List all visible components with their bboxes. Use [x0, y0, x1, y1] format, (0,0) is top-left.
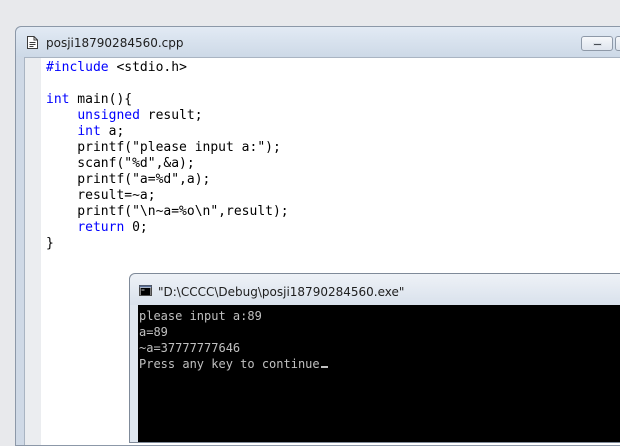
code-text: }	[46, 236, 54, 251]
console-titlebar[interactable]: "D:\CCCC\Debug\posji18790284560.exe"	[130, 274, 620, 305]
editor-gutter	[25, 58, 41, 445]
code-keyword: return	[77, 220, 125, 235]
source-code[interactable]: #include <stdio.h> int main(){ unsigned r…	[46, 60, 289, 252]
minimize-button[interactable]	[581, 36, 613, 51]
console-window: "D:\CCCC\Debug\posji18790284560.exe" ple…	[129, 273, 620, 443]
document-icon	[27, 36, 38, 49]
code-keyword: #include	[46, 60, 109, 75]
minimize-icon	[593, 43, 602, 46]
code-line: return 0;	[46, 220, 289, 236]
code-line: unsigned result;	[46, 108, 289, 124]
console-text: Press any key to continue	[139, 357, 320, 371]
console-text: ~a=37777777646	[139, 341, 241, 355]
code-text: main(){	[69, 92, 133, 107]
code-line: }	[46, 236, 289, 252]
code-line: printf("a=%d",a);	[46, 172, 289, 188]
code-keyword: unsigned	[77, 108, 140, 123]
console-body[interactable]: please input a:89 a=89 ~a=37777777646 Press…	[138, 305, 620, 442]
code-text: scanf("%d",&a);	[46, 156, 195, 171]
console-output: please input a:89 a=89 ~a=37777777646 Press…	[139, 308, 328, 372]
code-line: #include <stdio.h>	[46, 60, 289, 76]
console-line: please input a:89	[139, 308, 328, 324]
code-text: printf("a=%d",a);	[46, 172, 211, 187]
code-line: int a;	[46, 124, 289, 140]
code-line: int main(){	[46, 92, 289, 108]
console-text: please input a:89	[139, 309, 262, 323]
console-line: Press any key to continue	[139, 356, 328, 372]
code-text: 0;	[124, 220, 148, 235]
console-title: "D:\CCCC\Debug\posji18790284560.exe"	[158, 285, 405, 299]
code-text: printf("please input a:");	[46, 140, 281, 155]
code-keyword: int	[46, 92, 70, 107]
code-line: scanf("%d",&a);	[46, 156, 289, 172]
code-keyword: int	[77, 124, 101, 139]
code-line: printf("\n~a=%o\n",result);	[46, 204, 289, 220]
maximize-button[interactable]	[615, 36, 620, 51]
console-line: ~a=37777777646	[139, 340, 328, 356]
code-text: <stdio.h>	[108, 60, 187, 75]
code-text: printf("\n~a=%o\n",result);	[46, 204, 289, 219]
code-line: printf("please input a:");	[46, 140, 289, 156]
code-line: result=~a;	[46, 188, 289, 204]
console-text: a=89	[139, 325, 168, 339]
editor-title: posji18790284560.cpp	[46, 36, 184, 50]
console-line: a=89	[139, 324, 328, 340]
text-cursor	[320, 366, 328, 368]
console-icon	[139, 285, 152, 296]
code-text: a;	[100, 124, 125, 139]
code-text: result=~a;	[46, 188, 156, 203]
editor-titlebar[interactable]: posji18790284560.cpp	[16, 27, 620, 57]
code-text: result;	[139, 108, 203, 123]
